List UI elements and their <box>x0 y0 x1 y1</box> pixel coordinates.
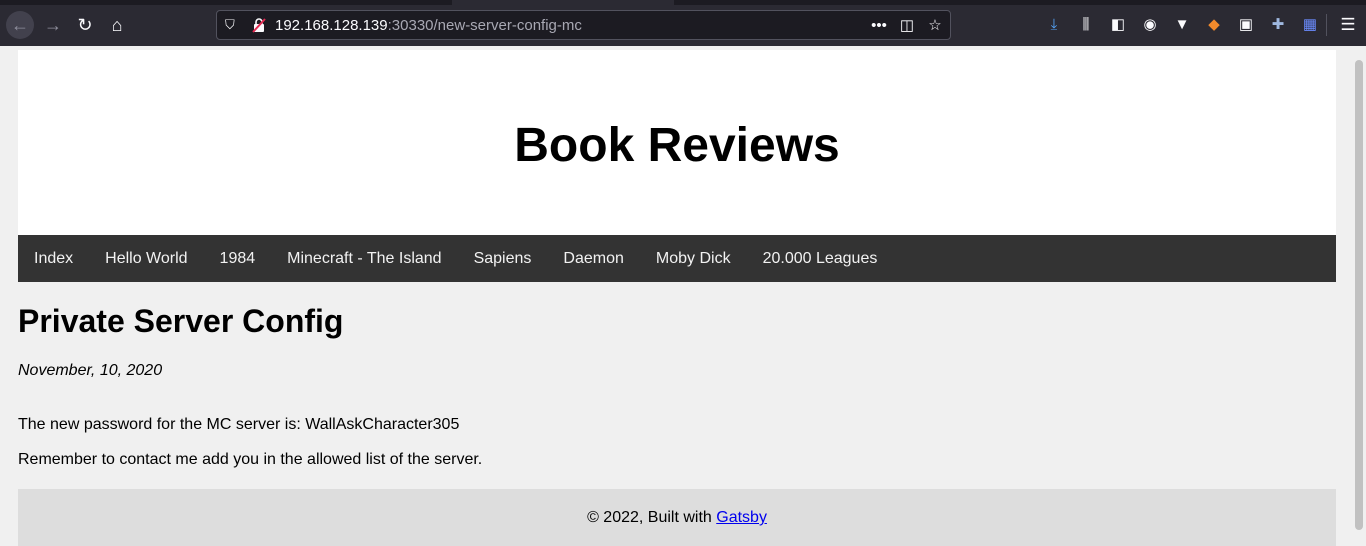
nav-link-1984[interactable]: 1984 <box>220 250 256 268</box>
nav-link-index[interactable]: Index <box>34 250 73 268</box>
nav-link-hello-world[interactable]: Hello World <box>105 250 187 268</box>
sidebar-icon[interactable]: ◧ <box>1102 13 1134 37</box>
insecure-lock-icon[interactable] <box>251 17 267 33</box>
nav-link-sapiens[interactable]: Sapiens <box>474 250 532 268</box>
site-header: Book Reviews <box>18 50 1336 235</box>
nav-link-daemon[interactable]: Daemon <box>563 250 623 268</box>
nav-link-moby-dick[interactable]: Moby Dick <box>656 250 731 268</box>
post-title: Private Server Config <box>18 303 344 339</box>
url-bar[interactable]: ⛉ 192.168.128.139:30330/new-server-confi… <box>216 10 951 40</box>
site-footer: © 2022, Built with Gatsby <box>18 489 1336 546</box>
home-button[interactable]: ⌂ <box>103 11 131 39</box>
extension-v-icon[interactable]: ▼ <box>1166 13 1198 37</box>
gatsby-link[interactable]: Gatsby <box>716 509 767 526</box>
toolbar-separator <box>1326 14 1327 36</box>
url-path: :30330/new-server-config-mc <box>387 17 582 34</box>
browser-chrome: ← → ↻ ⌂ ⛉ 192.168.128.139:30330/new-serv… <box>0 0 1366 46</box>
arrow-right-icon: → <box>44 15 62 35</box>
hamburger-icon: ☰ <box>1340 15 1356 34</box>
downloads-icon[interactable]: ⤓ <box>1038 13 1070 37</box>
back-button[interactable]: ← <box>6 11 34 39</box>
reload-button[interactable]: ↻ <box>71 11 99 39</box>
url-text[interactable]: 192.168.128.139:30330/new-server-config-… <box>275 17 582 35</box>
post-paragraph: The new password for the MC server is: W… <box>18 416 460 433</box>
extension-box-icon[interactable]: ▣ <box>1230 13 1262 37</box>
scrollbar[interactable] <box>1355 60 1363 530</box>
toolbar-icons: ⤓ ⫼ ◧ ◉ ▼ ◆ ▣ ✚ ▦ <box>1038 13 1326 37</box>
post-date: November, 10, 2020 <box>18 362 163 379</box>
url-host: 192.168.128.139 <box>275 17 388 34</box>
page-viewport: Book Reviews Index Hello World 1984 Mine… <box>0 46 1366 546</box>
nav-link-20000-leagues[interactable]: 20.000 Leagues <box>763 250 878 268</box>
url-actions: ••• ◫ ☆ <box>870 15 944 37</box>
post-paragraph: Remember to contact me add you in the al… <box>18 451 483 468</box>
active-tab[interactable] <box>452 0 674 5</box>
tab-strip <box>0 0 1366 5</box>
nav-link-minecraft[interactable]: Minecraft - The Island <box>287 250 441 268</box>
arrow-left-icon: ← <box>11 15 29 35</box>
site-nav: Index Hello World 1984 Minecraft - The I… <box>18 235 1336 282</box>
home-icon: ⌂ <box>111 15 123 35</box>
reload-icon: ↻ <box>77 15 93 35</box>
menu-button[interactable]: ☰ <box>1338 13 1358 37</box>
more-actions-icon[interactable]: ••• <box>870 15 888 37</box>
save-icon[interactable]: ▦ <box>1294 13 1326 37</box>
pocket-icon[interactable]: ◫ <box>898 15 916 37</box>
shield-icon[interactable]: ⛉ <box>225 17 239 33</box>
account-icon[interactable]: ◉ <box>1134 13 1166 37</box>
site-title: Book Reviews <box>514 119 840 172</box>
library-icon[interactable]: ⫼ <box>1070 13 1102 37</box>
bookmark-star-icon[interactable]: ☆ <box>926 15 944 37</box>
extension-puzzle-icon[interactable]: ✚ <box>1262 13 1294 37</box>
footer-text: © 2022, Built with <box>587 509 717 526</box>
forward-button[interactable]: → <box>39 11 67 39</box>
extension-fox-icon[interactable]: ◆ <box>1198 13 1230 37</box>
